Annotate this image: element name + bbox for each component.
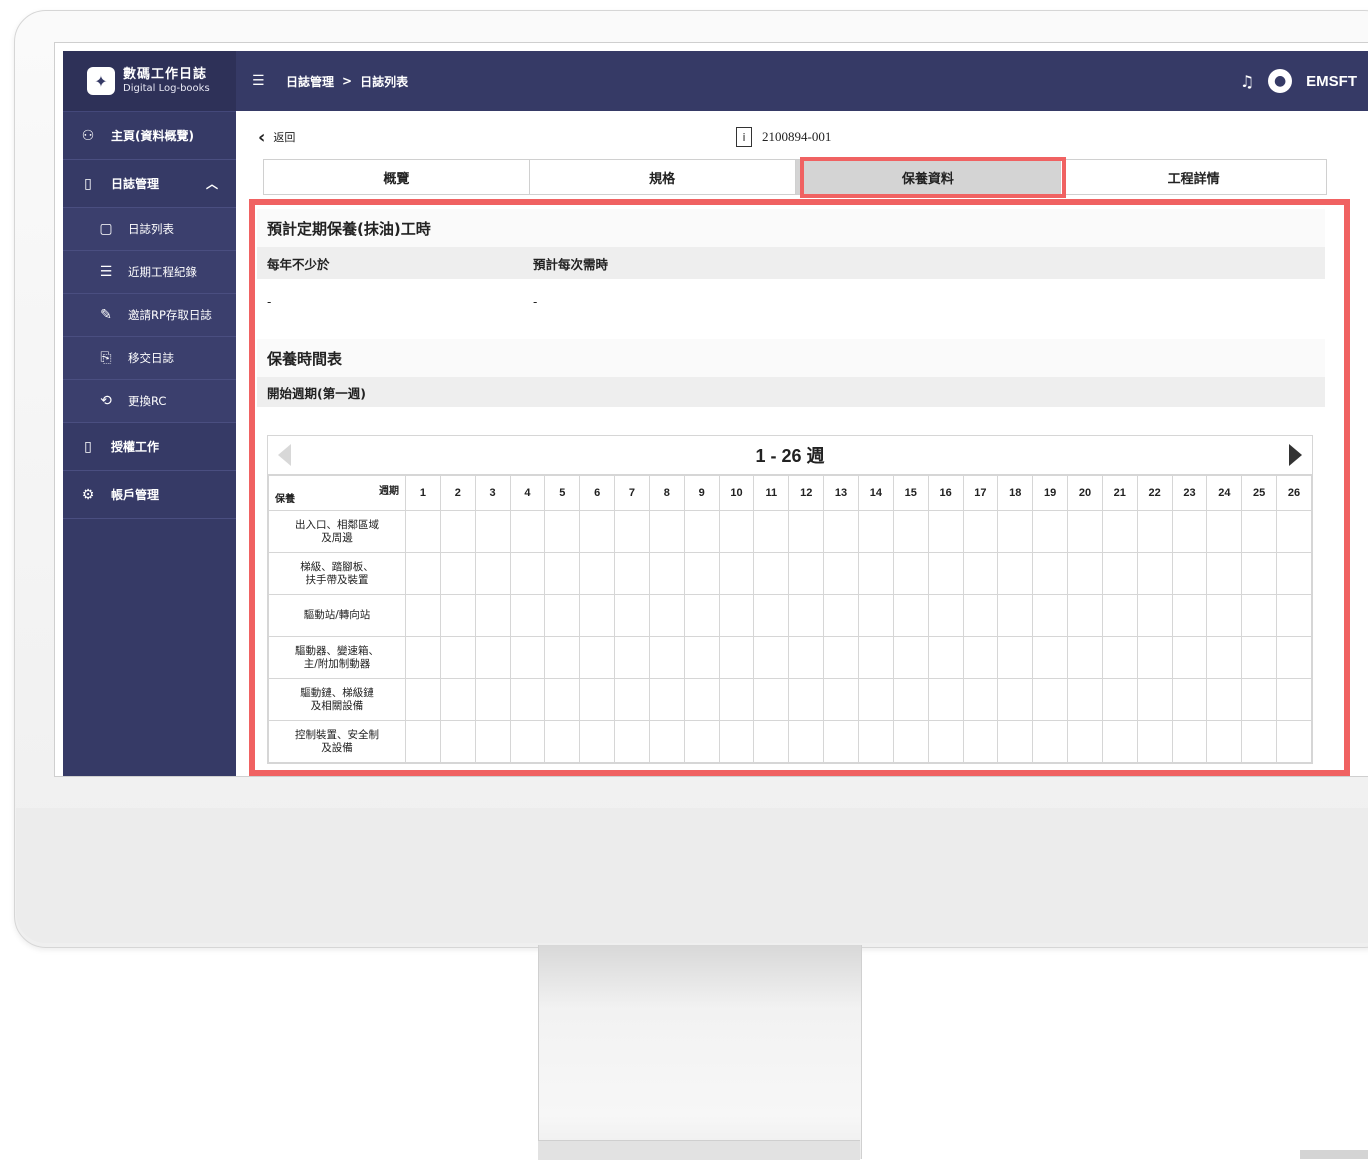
sidebar-subitem-label: 邀請RP存取日誌: [128, 308, 212, 322]
toolbar: ‹ 返回 i 2100894-001: [258, 121, 1338, 153]
sidebar-item-dashboard[interactable]: ⚇ 主頁(資料概覽): [63, 112, 236, 160]
sidebar-item-account[interactable]: ⚙ 帳戶管理: [63, 471, 236, 519]
document-icon: ▢: [99, 221, 113, 237]
highlight-content-box: [249, 199, 1350, 776]
breadcrumb: 日誌管理 > 日誌列表: [286, 73, 408, 90]
brand-title: 數碼工作日誌: [123, 66, 208, 82]
sidebar-subitem-invite-rp[interactable]: ✎ 邀請RP存取日誌: [63, 294, 236, 337]
sidebar-subitem-label: 更換RC: [128, 394, 167, 408]
monitor-chin: [16, 808, 1368, 943]
breadcrumb-item: 日誌列表: [360, 74, 409, 89]
brand-logo-icon: ✦: [87, 67, 115, 95]
sidebar-item-label: 主頁(資料概覽): [111, 129, 194, 143]
sidebar-subitem-log-list[interactable]: ▢ 日誌列表: [63, 208, 236, 251]
chevron-up-icon[interactable]: ︿: [206, 175, 218, 192]
sidebar-item-logbook[interactable]: ▯ 日誌管理 ︿: [63, 160, 236, 208]
tab-specification[interactable]: 規格: [529, 160, 796, 194]
user-name[interactable]: EMSFT: [1306, 73, 1357, 90]
info-document-icon: i: [736, 127, 752, 147]
monitor-stand: [538, 945, 862, 1159]
sidebar-subitem-handover[interactable]: ⎘ 移交日誌: [63, 337, 236, 380]
logbook-icon: ▯: [84, 175, 92, 192]
sidebar-subitem-label: 日誌列表: [128, 222, 174, 236]
tab-bar: 概覽 規格 保養資料 工程詳情: [263, 159, 1327, 195]
brand-subtitle: Digital Log-books: [123, 82, 210, 94]
tab-engineering-details[interactable]: 工程詳情: [1061, 160, 1326, 194]
sidebar-item-label: 日誌管理: [111, 177, 160, 191]
record-id-text: 2100894-001: [762, 129, 832, 144]
avatar[interactable]: ●: [1268, 69, 1293, 93]
sidebar-item-label: 帳戶管理: [111, 488, 160, 502]
sidebar-item-authorization[interactable]: ▯ 授權工作: [63, 423, 236, 471]
tab-overview[interactable]: 概覽: [264, 160, 530, 194]
top-bar: ☰ 日誌管理 > 日誌列表 ♫ ● EMSFT: [236, 51, 1368, 111]
list-icon: ☰: [99, 264, 113, 280]
sidebar-subitem-label: 近期工程紀錄: [128, 265, 197, 279]
brand: ✦ 數碼工作日誌 Digital Log-books: [63, 51, 236, 112]
menu-toggle-icon[interactable]: ☰: [252, 73, 266, 89]
sidebar: ✦ 數碼工作日誌 Digital Log-books ⚇ 主頁(資料概覽) ▯ …: [63, 51, 236, 776]
sidebar-subitem-recent-records[interactable]: ☰ 近期工程紀錄: [63, 251, 236, 294]
monitor-stand-foot: [538, 1140, 860, 1160]
breadcrumb-separator: >: [342, 74, 353, 88]
decorative-chip: [1300, 1150, 1368, 1159]
account-icon: ⚙: [81, 486, 95, 503]
breadcrumb-item[interactable]: 日誌管理: [286, 73, 334, 90]
chevron-left-icon: ‹: [258, 126, 266, 148]
sidebar-item-label: 授權工作: [111, 440, 160, 454]
sidebar-subitem-label: 移交日誌: [128, 351, 174, 365]
back-label: 返回: [273, 131, 296, 144]
sidebar-subitem-change-rc[interactable]: ⟲ 更換RC: [63, 380, 236, 423]
bell-icon[interactable]: ♫: [1240, 72, 1254, 91]
highlight-tab-box: [800, 157, 1066, 198]
handover-icon: ⎘: [100, 350, 112, 366]
record-id: i 2100894-001: [736, 127, 831, 147]
invite-icon: ✎: [100, 307, 112, 323]
authorization-icon: ▯: [84, 438, 92, 455]
dashboard-icon: ⚇: [81, 127, 95, 144]
exchange-icon: ⟲: [100, 393, 112, 409]
back-button[interactable]: ‹ 返回: [258, 127, 295, 148]
